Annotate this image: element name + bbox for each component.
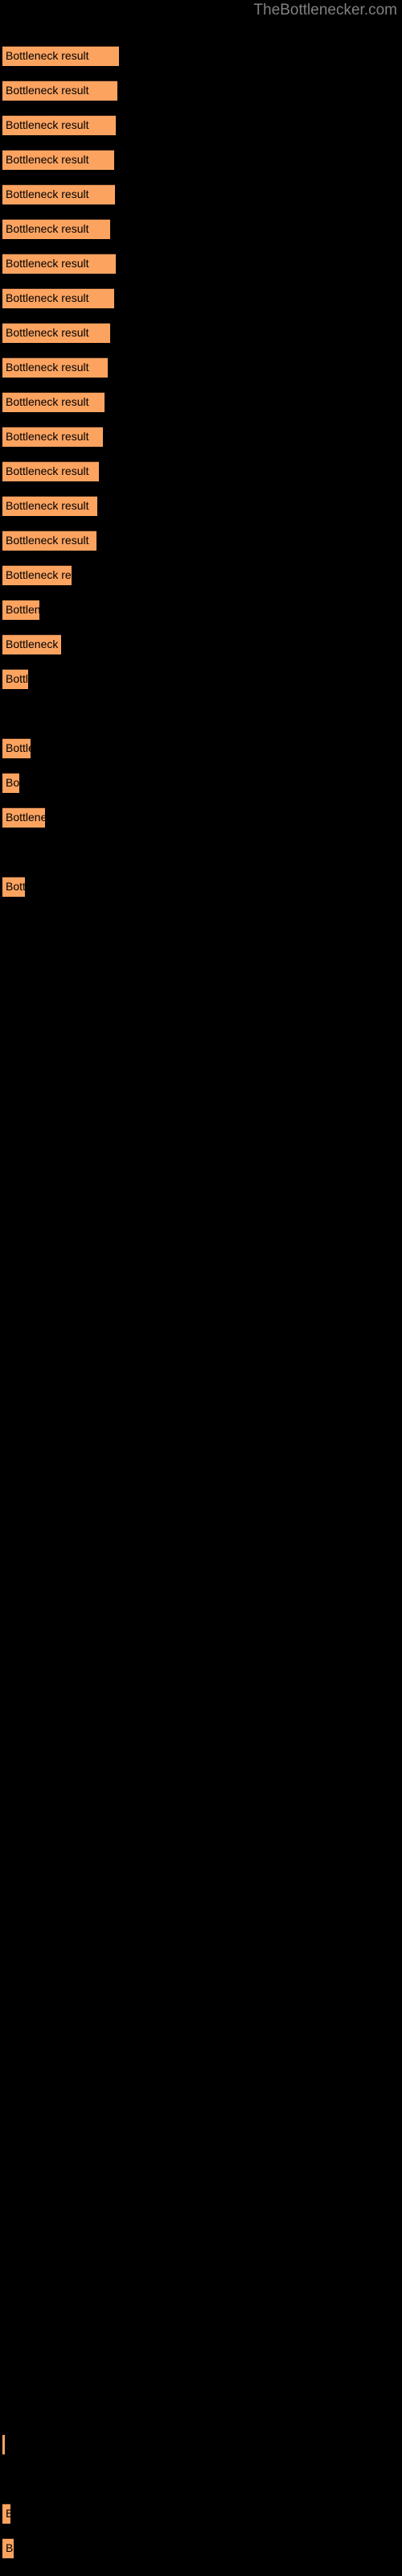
bar[interactable] (2, 392, 105, 412)
bar-clip: Bottleneck result (2, 530, 96, 551)
bar-row: Bottleneck result (2, 565, 72, 585)
bar[interactable] (2, 738, 31, 758)
bar-clip: Bottleneck result (2, 46, 119, 66)
bar-row: Bottleneck result (2, 2504, 10, 2524)
bar-row: Bottleneck result (2, 80, 117, 101)
bar-row: Bottleneck result (2, 634, 61, 654)
bar-row: Bottleneck result (2, 254, 116, 274)
bar[interactable] (2, 357, 108, 378)
bar-row: Bottleneck result (2, 46, 119, 66)
bar[interactable] (2, 80, 117, 101)
bar-clip: Bottleneck result (2, 254, 116, 274)
bar[interactable] (2, 115, 116, 135)
bar[interactable] (2, 150, 114, 170)
bar-clip: Bottleneck result (2, 2434, 5, 2454)
bar-row: Bottleneck result (2, 600, 39, 620)
bar[interactable] (2, 2434, 5, 2454)
bar-clip: Bottleneck result (2, 80, 117, 101)
bar[interactable] (2, 600, 39, 620)
bar[interactable] (2, 807, 45, 828)
bar[interactable] (2, 496, 97, 516)
bar[interactable] (2, 669, 28, 689)
bar[interactable] (2, 2538, 14, 2558)
bar-clip: Bottleneck result (2, 877, 25, 897)
bar-clip: Bottleneck result (2, 2504, 10, 2524)
bar-row: Bottleneck result (2, 392, 105, 412)
bar-row: Bottleneck result (2, 427, 103, 447)
bar-row: Bottleneck result (2, 461, 99, 481)
bar[interactable] (2, 530, 96, 551)
bar-clip: Bottleneck result (2, 496, 97, 516)
bar-row: Bottleneck result (2, 2434, 5, 2454)
bar-row: Bottleneck result (2, 530, 96, 551)
bar-row: Bottleneck result (2, 2538, 14, 2558)
bar-row: Bottleneck result (2, 184, 115, 204)
bar-row: Bottleneck result (2, 357, 108, 378)
bar-row: Bottleneck result (2, 219, 110, 239)
bar[interactable] (2, 46, 119, 66)
bar-clip: Bottleneck result (2, 634, 61, 654)
bottleneck-bar-chart: Bottleneck result Bottleneck result Bottle… (0, 0, 402, 2576)
bar-row: Bottleneck result (2, 323, 110, 343)
bar-clip: Bottleneck result (2, 773, 19, 793)
bar[interactable] (2, 254, 116, 274)
bar-clip: Bottleneck result (2, 219, 110, 239)
bar[interactable] (2, 565, 72, 585)
bar-row: Bottleneck result (2, 773, 19, 793)
bar-clip: Bottleneck result (2, 807, 45, 828)
bar-row: Bottleneck result (2, 877, 25, 897)
bar-clip: Bottleneck result (2, 115, 116, 135)
bar[interactable] (2, 323, 110, 343)
bar-row: Bottleneck result (2, 669, 28, 689)
bar-clip: Bottleneck result (2, 323, 110, 343)
bar-clip: Bottleneck result (2, 392, 105, 412)
bar-clip: Bottleneck result (2, 461, 99, 481)
bar-clip: Bottleneck result (2, 600, 39, 620)
bar-clip: Bottleneck result (2, 427, 103, 447)
bar-clip: Bottleneck result (2, 2538, 14, 2558)
bar[interactable] (2, 634, 61, 654)
bar[interactable] (2, 2504, 10, 2524)
bar-row: Bottleneck result (2, 738, 31, 758)
bar-clip: Bottleneck result (2, 184, 115, 204)
bar-row: Bottleneck result (2, 150, 114, 170)
bar-row: Bottleneck result (2, 288, 114, 308)
bar-row: Bottleneck result (2, 807, 45, 828)
bar-clip: Bottleneck result (2, 738, 31, 758)
bar-row: Bottleneck result (2, 496, 97, 516)
bar-clip: Bottleneck result (2, 288, 114, 308)
bar-row: Bottleneck result (2, 115, 116, 135)
bar[interactable] (2, 877, 25, 897)
bar-clip: Bottleneck result (2, 150, 114, 170)
bar-clip: Bottleneck result (2, 669, 28, 689)
bar[interactable] (2, 461, 99, 481)
bar[interactable] (2, 427, 103, 447)
bar[interactable] (2, 219, 110, 239)
bar[interactable] (2, 773, 19, 793)
bar[interactable] (2, 288, 114, 308)
bar-clip: Bottleneck result (2, 357, 108, 378)
bar-clip: Bottleneck result (2, 565, 72, 585)
bar[interactable] (2, 184, 115, 204)
